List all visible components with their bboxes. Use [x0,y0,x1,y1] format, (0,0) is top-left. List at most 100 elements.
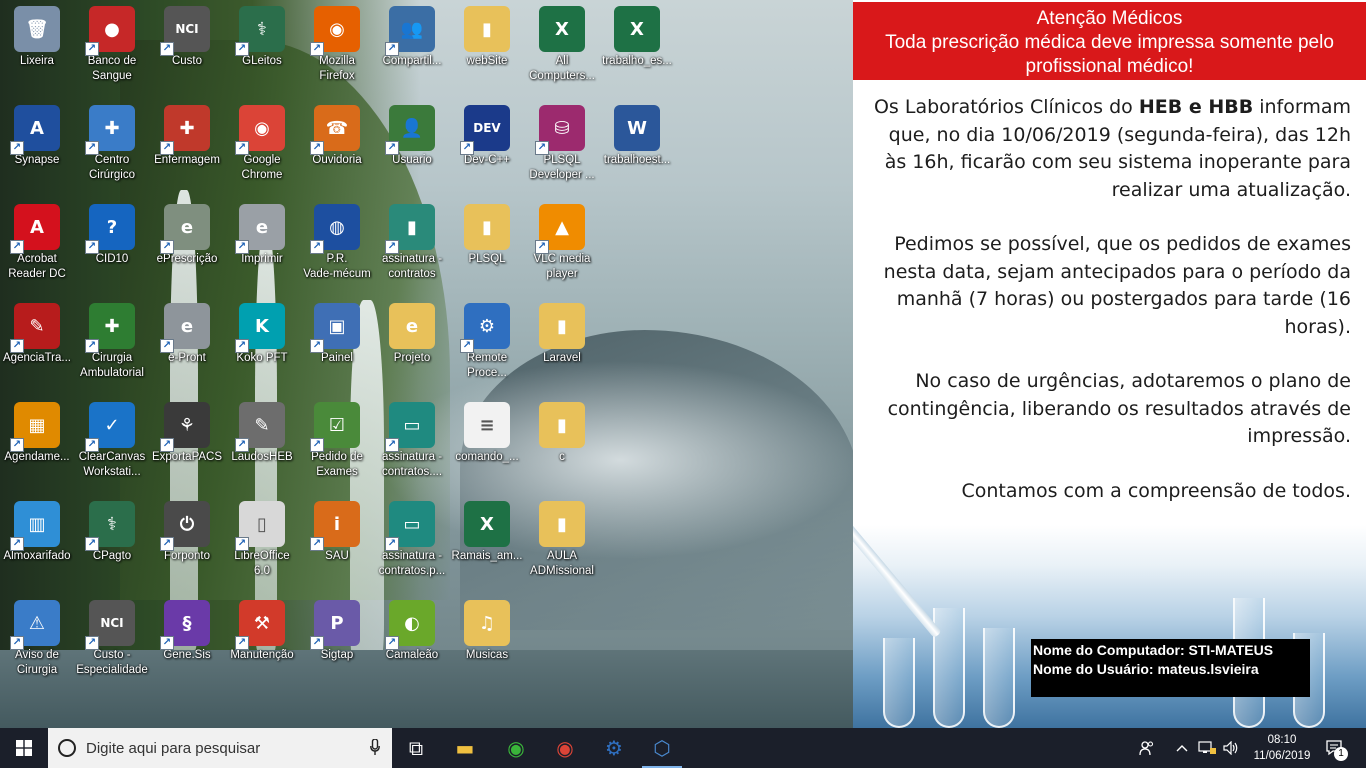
taskbar-app-button[interactable]: ⚙ [590,728,638,768]
desktop-icon[interactable]: X Ramais_am... [450,495,524,564]
desktop-icon[interactable]: 👥 ↗ Compartil... [375,0,449,69]
excel-icon: X [539,6,585,52]
desktop-icon[interactable]: ◉ ↗ Google Chrome [225,99,299,183]
windows-logo-icon [16,740,32,756]
volume-tray-icon[interactable] [1220,728,1242,768]
desktop-icon[interactable]: Wtrabalhoest... [600,99,674,168]
desktop-icon[interactable]: ▮ ↗ assinatura - contratos [375,198,449,282]
desktop-icon[interactable]: ▲ ↗ VLC media player [525,198,599,282]
action-center-button[interactable]: 1 [1320,728,1350,768]
notice-header-title: Atenção Médicos [1036,8,1183,29]
desktop-icon[interactable]: ⚘ ↗ ExportaPACS [150,396,224,465]
desktop-icon[interactable]: ▣ ↗ Painel [300,297,374,366]
desktop-icon[interactable]: ✎ ↗ LaudosHEB [225,396,299,465]
taskbar-app-button[interactable]: ◉ [492,728,540,768]
desktop-icon[interactable]: ☑ ↗ Pedido de Exames [300,396,374,480]
shortcut-arrow-icon: ↗ [460,141,474,155]
desktop-icon[interactable]: ⚠ ↗ Aviso de Cirurgia [0,594,74,678]
desktop-icon[interactable]: 🗑 Lixeira [0,0,74,69]
microphone-icon[interactable] [370,739,380,756]
desktop-icon-label: AgenciaTra... [3,352,71,364]
network-tray-icon[interactable] [1196,728,1218,768]
system-clock[interactable]: 08:10 11/06/2019 [1244,732,1320,764]
desktop-icon[interactable]: A ↗ Acrobat Reader DC [0,198,74,282]
desktop-icon[interactable]: DEV ↗ Dev-C++ [450,99,524,168]
desktop-icon[interactable]: § ↗ Gene.Sis [150,594,224,663]
taskbar-app-button[interactable]: ⬡ [638,728,686,768]
desktop-icon[interactable]: ▯ ↗ LibreOffice 6.0 [225,495,299,579]
desktop-icon[interactable]: P ↗ Sigtap [300,594,374,663]
desktop-icon[interactable]: ? ↗ CID10 [75,198,149,267]
clock-time: 08:10 [1267,734,1297,746]
shortcut-arrow-icon: ↗ [310,240,324,254]
desktop-icon[interactable]: ◐ ↗ Camaleão [375,594,449,663]
desktop-icon[interactable]: ▥ ↗ Almoxarifado [0,495,74,564]
cpagto-icon: ⚕ ↗ [85,501,135,551]
desktop-icon[interactable]: NCI ↗ Custo - Especialidade [75,594,149,678]
taskbar-app-button[interactable]: ▬ [441,728,489,768]
excel-icon: X [614,6,660,52]
desktop-icon[interactable]: ⏻ ↗ Forponto [150,495,224,564]
desktop-icon-label: Custo - Especialidade [76,649,148,676]
desktop-icon[interactable]: ▮ Laravel [525,297,599,366]
blood-drops-icon: ● ↗ [85,6,135,56]
desktop-icon[interactable]: ☎ ↗ Ouvidoria [300,99,374,168]
desktop-icon[interactable]: Xtrabalho_es... [600,0,674,69]
desktop-icon-label: c [559,451,565,463]
desktop-icon[interactable]: ✚ ↗ Cirurgia Ambulatorial [75,297,149,381]
desktop-icon[interactable]: e ↗ ePrescrição [150,198,224,267]
desktop-icon[interactable]: ▦ ↗ Agendame... [0,396,74,465]
shortcut-arrow-icon: ↗ [385,438,399,452]
shortcut-arrow-icon: ↗ [235,636,249,650]
desktop-icon[interactable]: ● ↗ Banco de Sangue [75,0,149,84]
desktop-icon[interactable]: ✚ ↗ Centro Cirúrgico [75,99,149,183]
shortcut-arrow-icon: ↗ [10,339,24,353]
shortcut-arrow-icon: ↗ [160,42,174,56]
desktop-icon[interactable]: ▮ PLSQL [450,198,524,267]
desktop-icon[interactable]: ◉ ↗ Mozilla Firefox [300,0,374,84]
desktop-icon[interactable]: ⚕ ↗ CPagto [75,495,149,564]
taskbar-app-button[interactable]: ◉ [541,728,589,768]
chameleon-icon: ◐ ↗ [385,600,435,650]
desktop-icon[interactable]: ✓ ↗ ClearCanvas Workstati... [75,396,149,480]
dna-icon: § ↗ [160,600,210,650]
desktop-icon[interactable]: e ↗ Imprimir [225,198,299,267]
desktop-icon[interactable]: ▮ c [525,396,599,465]
print-mouse-icon: e ↗ [235,204,285,254]
test-tube-graphic [983,628,1015,728]
desktop-icon[interactable]: e Projeto [375,297,449,366]
desktop-icon[interactable]: K ↗ Koko PFT [225,297,299,366]
desktop-icon[interactable]: ▮ AULA ADMissional [525,495,599,579]
desktop-icon[interactable]: ♫ Musicas [450,594,524,663]
desktop-icon[interactable]: NCI ↗ Custo [150,0,224,69]
desktop-icon[interactable]: A ↗ Synapse [0,99,74,168]
desktop-icon[interactable]: ⚙ ↗ Remote Proce... [450,297,524,381]
show-hidden-icons-chevron-icon[interactable] [1172,728,1192,768]
people-icon[interactable] [1136,728,1158,768]
desktop-icon[interactable]: ✎ ↗ AgenciaTra... [0,297,74,366]
users-share-icon: 👥 ↗ [385,6,435,56]
start-button[interactable] [0,728,48,768]
desktop-icon[interactable]: ⛁ ↗ PLSQL Developer ... [525,99,599,183]
desktop-icon[interactable]: ✚ ↗ Enfermagem [150,99,224,168]
desktop-icon[interactable]: ▭ ↗ assinatura - contratos.p... [375,495,449,579]
doc-shortcut-icon: ▭ ↗ [385,501,435,551]
desktop-icon[interactable]: i ↗ SAU [300,495,374,564]
remote-process-icon: ⚙ ↗ [460,303,510,353]
desktop-icon[interactable]: ⚒ ↗ Manutenção [225,594,299,663]
desktop-icon[interactable]: ▭ ↗ assinatura - contratos.... [375,396,449,480]
desktop-icon-label: LibreOffice 6.0 [234,550,290,577]
desktop-icon-label: Ouvidoria [312,154,362,166]
search-box[interactable] [48,728,392,768]
search-input[interactable] [86,739,356,757]
taskbar-app-button[interactable]: ⧉ [392,728,440,768]
shortcut-arrow-icon: ↗ [160,141,174,155]
desktop-icon[interactable]: ▮ webSite [450,0,524,69]
file-explorer-icon: ▬ [455,736,475,760]
desktop-icon[interactable]: ◍ ↗ P.R. Vade-mécum [300,198,374,282]
desktop-icon[interactable]: 👤 ↗ Usuario [375,99,449,168]
desktop-icon[interactable]: ⚕ ↗ GLeitos [225,0,299,69]
desktop-icon[interactable]: e ↗ e-Pront [150,297,224,366]
desktop-icon[interactable]: X All Computers... [525,0,599,84]
desktop-icon[interactable]: ≡ comando_... [450,396,524,465]
